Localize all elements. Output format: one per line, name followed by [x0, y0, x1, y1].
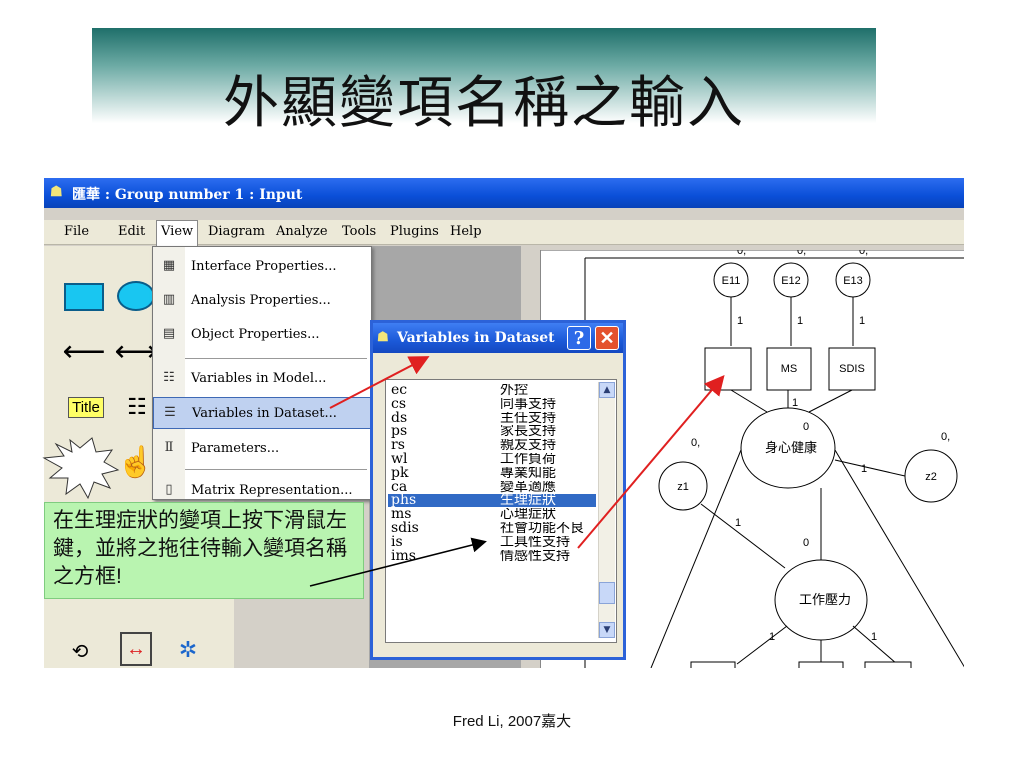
footer-credit: Fred Li, 2007嘉大 — [452, 713, 572, 730]
black-pointer-arrow — [309, 537, 487, 587]
red-arrow-drag — [577, 374, 725, 549]
starburst-icon — [42, 437, 120, 500]
red-arrow-menu — [329, 356, 430, 409]
annotation-overlay — [42, 356, 725, 587]
